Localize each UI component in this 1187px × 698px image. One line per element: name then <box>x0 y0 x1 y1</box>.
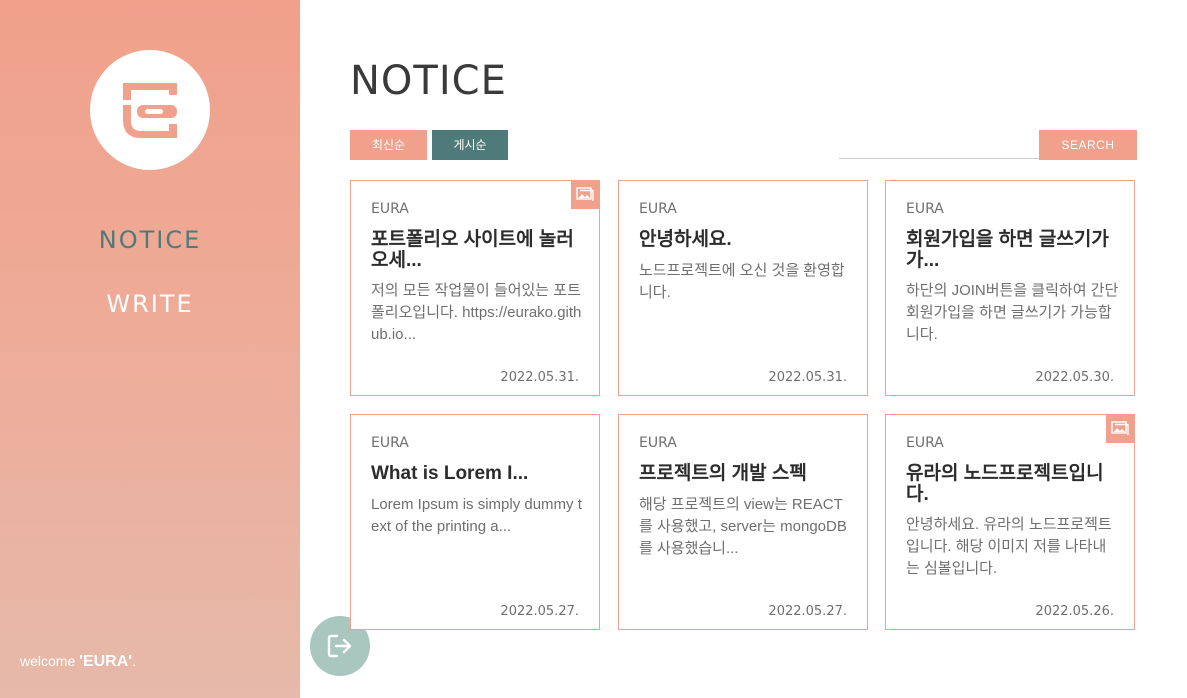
card-body: 노드프로젝트에 오신 것을 환영합니다. <box>639 262 845 301</box>
card-date: 2022.05.27. <box>500 604 579 619</box>
sort-latest-button[interactable]: 최신순 <box>350 130 427 160</box>
image-icon <box>576 187 594 201</box>
search-input[interactable] <box>839 130 1039 159</box>
welcome-suffix: . <box>132 653 136 669</box>
post-card[interactable]: EURA 프로젝트의 개발 스펙 해당 프로젝트의 view는 REACT를 사… <box>618 414 868 630</box>
image-badge <box>571 181 599 209</box>
post-card[interactable]: EURA 안녕하세요. 노드프로젝트에 오신 것을 환영합니다. 2022.05… <box>618 180 868 396</box>
card-author: EURA <box>906 435 944 451</box>
sort-posting-button[interactable]: 게시순 <box>432 130 508 160</box>
post-card[interactable]: EURA 포트폴리오 사이트에 놀러오세... 저의 모든 작업물이 들어있는 … <box>350 180 600 396</box>
card-author: EURA <box>906 201 944 217</box>
post-card[interactable]: EURA What is Lorem I... Lorem Ipsum is s… <box>350 414 600 630</box>
card-author: EURA <box>639 435 677 451</box>
card-body: 해당 프로젝트의 view는 REACT를 사용했고, server는 mong… <box>639 496 847 557</box>
welcome-username: 'EURA' <box>79 653 133 670</box>
card-body: 안녕하세요. 유라의 노드프로젝트입니다. 해당 이미지 저를 나타내는 심볼입… <box>906 516 1112 577</box>
card-body: 저의 모든 작업물이 들어있는 포트폴리오입니다. https://eurako… <box>371 282 582 343</box>
card-date: 2022.05.26. <box>1035 604 1114 619</box>
nav-notice[interactable]: NOTICE <box>0 226 300 254</box>
search-button[interactable]: SEARCH <box>1039 130 1137 160</box>
card-title[interactable]: What is Lorem I... <box>371 463 585 484</box>
card-author: EURA <box>371 201 409 217</box>
card-author: EURA <box>371 435 409 451</box>
sidebar: NOTICE WRITE welcome 'EURA'. <box>0 0 300 698</box>
card-date: 2022.05.31. <box>768 370 847 385</box>
welcome-message: welcome 'EURA'. <box>20 653 136 671</box>
post-card[interactable]: EURA 유라의 노드프로젝트입니다. 안녕하세요. 유라의 노드프로젝트입니다… <box>885 414 1135 630</box>
logout-icon <box>327 634 352 658</box>
card-author: EURA <box>639 201 677 217</box>
card-date: 2022.05.31. <box>500 370 579 385</box>
card-title[interactable]: 프로젝트의 개발 스펙 <box>639 463 853 484</box>
logo[interactable] <box>90 50 210 170</box>
welcome-prefix: welcome <box>20 653 76 669</box>
eura-logo-icon <box>123 83 177 138</box>
card-body: 하단의 JOIN버튼을 클릭하여 간단 회원가입을 하면 글쓰기가 가능합니다. <box>906 282 1119 343</box>
post-card[interactable]: EURA 회원가입을 하면 글쓰기가 가... 하단의 JOIN버튼을 클릭하여… <box>885 180 1135 396</box>
image-badge <box>1106 415 1134 443</box>
card-title[interactable]: 유라의 노드프로젝트입니다. <box>906 463 1120 505</box>
card-title[interactable]: 안녕하세요. <box>639 229 853 250</box>
page-title: NOTICE <box>350 58 507 104</box>
nav-write[interactable]: WRITE <box>0 290 300 318</box>
card-body: Lorem Ipsum is simply dummy text of the … <box>371 496 582 535</box>
card-title[interactable]: 포트폴리오 사이트에 놀러오세... <box>371 229 585 271</box>
card-date: 2022.05.27. <box>768 604 847 619</box>
card-title[interactable]: 회원가입을 하면 글쓰기가 가... <box>906 229 1120 271</box>
image-icon <box>1111 421 1129 435</box>
card-date: 2022.05.30. <box>1035 370 1114 385</box>
